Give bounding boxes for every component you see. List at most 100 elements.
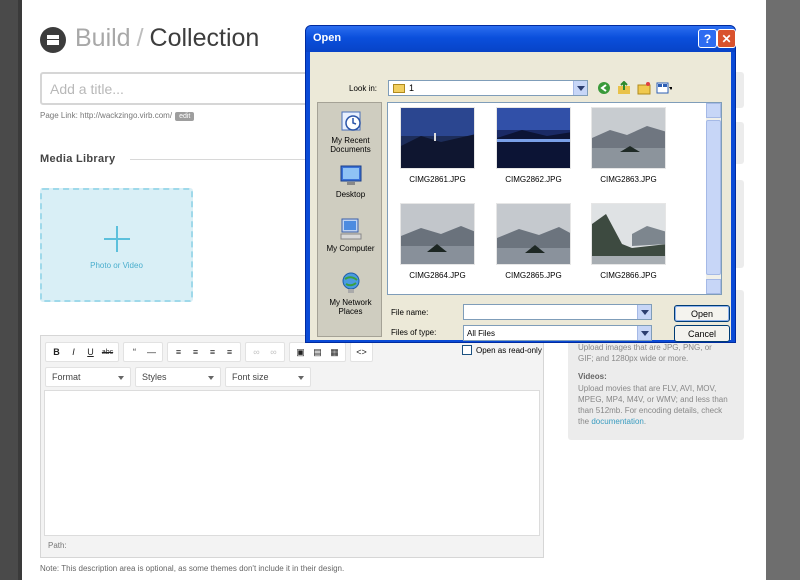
chevron-down-icon [118,376,124,380]
html-source-button[interactable]: <> [353,344,370,360]
read-only-label: Open as read-only [476,345,542,355]
blockquote-button[interactable]: “ [126,344,143,360]
format-select[interactable]: Format [45,367,131,387]
file-list-scrollbar[interactable] [706,103,721,294]
breadcrumb-build[interactable]: Build [75,24,131,52]
italic-button[interactable]: I [65,344,82,360]
computer-icon [339,217,363,241]
underline-button[interactable]: U [82,344,99,360]
documentation-link[interactable]: documentation [591,417,643,426]
photo-thumbnail-icon [497,108,570,168]
photo-thumbnail-icon [592,204,665,264]
unlink-button[interactable]: ∞ [265,344,282,360]
photo-thumbnail-icon [401,108,474,168]
place-my-computer[interactable]: My Computer [318,217,383,253]
title-field[interactable] [40,72,340,105]
chevron-down-icon [298,376,304,380]
files-of-type-select[interactable]: All Files [463,325,652,341]
breadcrumb: Build / Collection [75,24,259,53]
cancel-button[interactable]: Cancel [674,325,730,342]
media-icon[interactable]: ▦ [326,344,343,360]
dialog-body: Look in: 1 My Recent Documents Desktop M [310,52,731,355]
app-logo-icon[interactable] [40,27,66,53]
open-file-dialog: Open ? ✕ Look in: 1 My Recent Documents … [305,25,736,355]
file-name[interactable]: CIMG2864.JPG [390,271,485,280]
strikethrough-button[interactable]: abc [99,344,116,360]
chevron-down-icon[interactable] [637,305,651,319]
photo-thumbnail-icon [592,108,665,168]
view-menu-icon[interactable] [656,80,672,96]
read-only-option[interactable]: Open as read-only [462,345,542,355]
page-link: Page Link: http://wackzingo.virb.com/edi… [40,111,195,121]
horizontal-rule-button[interactable]: — [143,344,160,360]
place-label: My Network Places [329,298,372,316]
videos-end: . [643,417,647,426]
left-gutter [0,0,18,580]
dialog-titlebar[interactable]: Open ? ✕ [306,26,736,52]
file-thumbnail[interactable] [496,203,571,265]
table-icon[interactable]: ▤ [309,344,326,360]
chevron-down-icon[interactable] [637,326,651,340]
place-desktop[interactable]: Desktop [318,163,383,199]
back-icon[interactable] [596,80,612,96]
look-in-select[interactable]: 1 [388,80,588,96]
edit-link-button[interactable]: edit [175,112,195,121]
font-size-select[interactable]: Font size [225,367,311,387]
photo-thumbnail-icon [401,204,474,264]
open-button[interactable]: Open [674,305,730,322]
close-button[interactable]: ✕ [717,29,736,48]
file-thumbnail[interactable] [400,203,475,265]
link-button[interactable]: ∞ [248,344,265,360]
file-name[interactable]: CIMG2863.JPG [581,175,676,184]
align-center-button[interactable]: ≡ [187,344,204,360]
file-name[interactable]: CIMG2865.JPG [486,271,581,280]
chevron-down-icon[interactable] [573,81,587,95]
scrollbar-thumb[interactable] [706,120,721,275]
read-only-checkbox[interactable] [462,345,472,355]
place-label: My Computer [326,244,375,253]
files-of-type-value: All Files [467,329,496,338]
file-name-label: File name: [391,308,429,317]
image-icon[interactable]: ▣ [292,344,309,360]
new-folder-icon[interactable] [636,80,652,96]
file-name[interactable]: CIMG2862.JPG [486,175,581,184]
editor-content-area[interactable] [44,390,540,536]
file-list-view: CIMG2861.JPG CIMG2862.JPG CIMG2863.JPG C… [387,102,722,295]
align-left-button[interactable]: ≡ [170,344,187,360]
heading-divider [130,159,320,160]
place-recent-documents[interactable]: My Recent Documents [318,109,383,154]
breadcrumb-separator: / [136,24,144,52]
align-justify-button[interactable]: ≡ [221,344,238,360]
images-info: Upload images that are JPG, PNG, or GIF;… [578,343,712,363]
scroll-up-icon[interactable] [706,103,721,118]
file-name[interactable]: CIMG2861.JPG [390,175,485,184]
editor-path: Path: [48,541,67,550]
styles-select[interactable]: Styles [135,367,221,387]
file-thumbnail[interactable] [591,107,666,169]
file-name[interactable]: CIMG2866.JPG [581,271,676,280]
photo-video-dropzone[interactable]: Photo or Video [40,188,193,302]
file-thumbnail[interactable] [591,203,666,265]
description-note: Note: This description area is optional,… [40,564,345,573]
place-network[interactable]: My Network Places [318,271,383,316]
rich-text-editor: B I U abc “ — ≡ ≡ ≡ ≡ ∞ ∞ ▣ ▤ ▦ <> Forma… [40,335,544,558]
title-input[interactable] [42,74,338,103]
chevron-down-icon [208,376,214,380]
scroll-down-icon[interactable] [706,279,721,294]
videos-info: Upload movies that are FLV, AVI, MOV, MP… [578,383,733,427]
file-thumbnail[interactable] [496,107,571,169]
places-bar: My Recent Documents Desktop My Computer … [317,102,382,337]
clock-icon [339,109,363,133]
file-thumbnail[interactable] [400,107,475,169]
up-folder-icon[interactable] [616,80,632,96]
place-label: My Recent Documents [330,136,371,154]
videos-heading: Videos: [578,372,607,381]
media-library-heading: Media Library [40,153,116,165]
bold-button[interactable]: B [48,344,65,360]
help-button[interactable]: ? [698,29,717,48]
dropzone-label: Photo or Video [90,261,143,270]
align-right-button[interactable]: ≡ [204,344,221,360]
file-name-input[interactable] [463,304,652,320]
editor-toolbar: B I U abc “ — ≡ ≡ ≡ ≡ ∞ ∞ ▣ ▤ ▦ <> [45,342,373,364]
dialog-title: Open [313,32,342,44]
